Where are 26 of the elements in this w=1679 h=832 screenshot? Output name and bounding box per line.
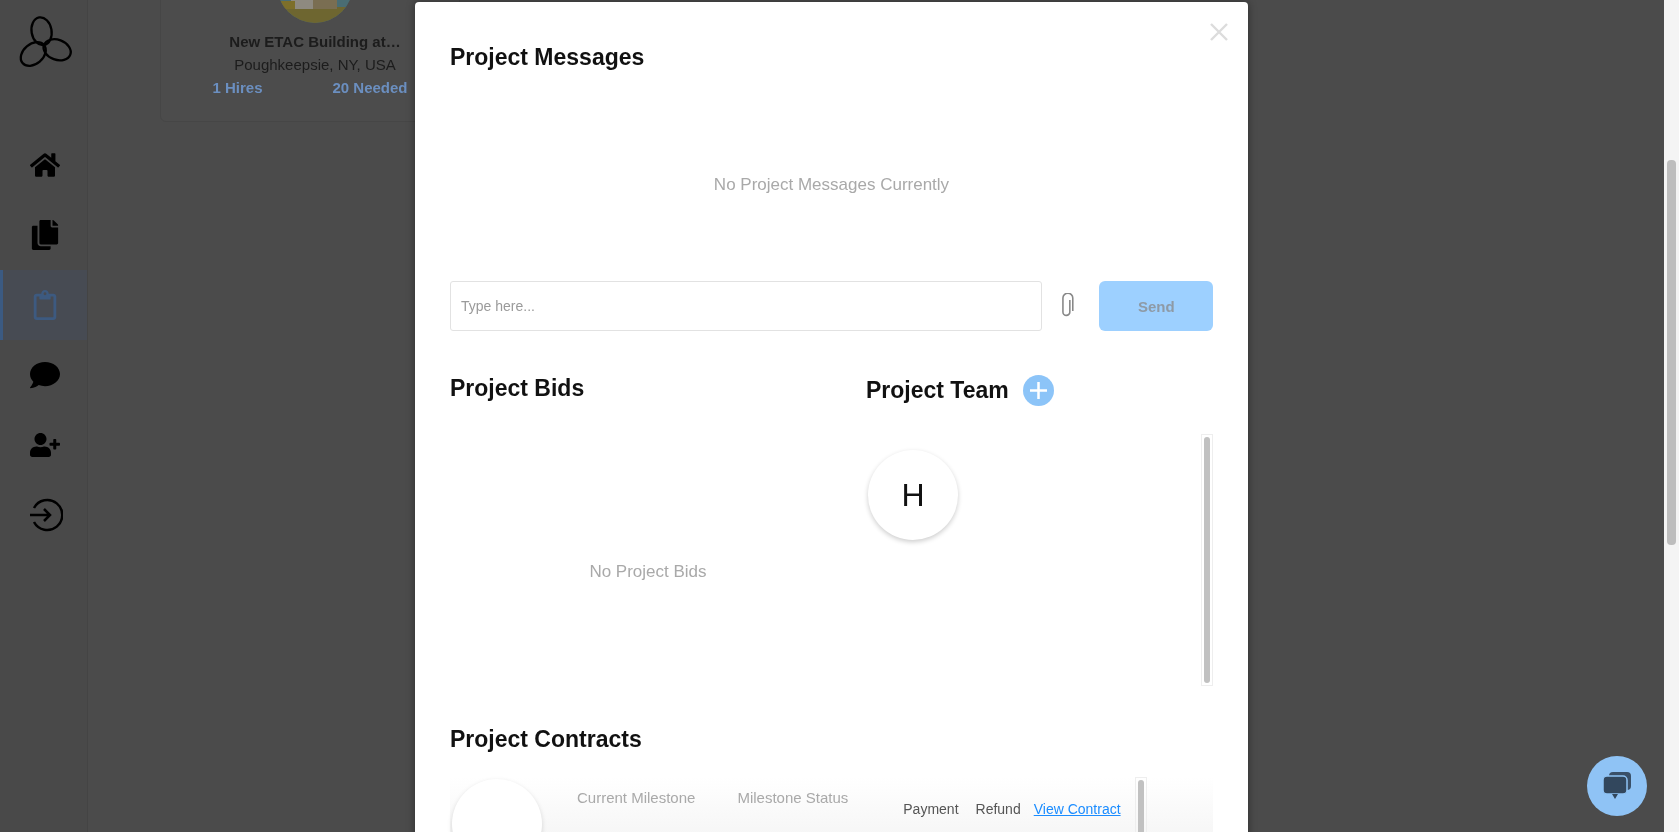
refund-link[interactable]: Refund bbox=[975, 801, 1021, 817]
section-title: Project Team bbox=[866, 377, 1009, 404]
column-label: Milestone Status bbox=[737, 789, 849, 806]
scrollbar[interactable] bbox=[1201, 434, 1213, 686]
documents-icon bbox=[30, 220, 60, 250]
column-label: Current Milestone bbox=[577, 789, 696, 806]
speech-bubble-icon bbox=[30, 360, 60, 390]
section-title: Project Contracts bbox=[450, 726, 643, 753]
chat-button[interactable] bbox=[1587, 756, 1647, 816]
scrollbar[interactable] bbox=[1134, 777, 1147, 832]
message-input[interactable]: Type here... bbox=[450, 281, 1042, 331]
hires-count: 1 Hires bbox=[212, 79, 263, 96]
add-icon[interactable] bbox=[1022, 375, 1054, 406]
chat-icon bbox=[1601, 771, 1633, 801]
sign-in-icon bbox=[27, 497, 63, 533]
sidebar-item[interactable] bbox=[0, 270, 87, 340]
section-title: Project Bids bbox=[450, 375, 586, 402]
needed-count: 20 Needed bbox=[332, 79, 408, 96]
add-user-icon bbox=[30, 430, 60, 460]
payment-link[interactable]: Payment bbox=[903, 801, 959, 817]
page-scrollbar[interactable] bbox=[1664, 0, 1679, 832]
empty-message: No Project Bids bbox=[588, 562, 708, 582]
home-icon bbox=[30, 150, 60, 180]
empty-message: No Project Messages Currently bbox=[712, 175, 951, 195]
close-icon[interactable] bbox=[1209, 22, 1229, 42]
member-avatar[interactable]: H bbox=[868, 450, 958, 540]
